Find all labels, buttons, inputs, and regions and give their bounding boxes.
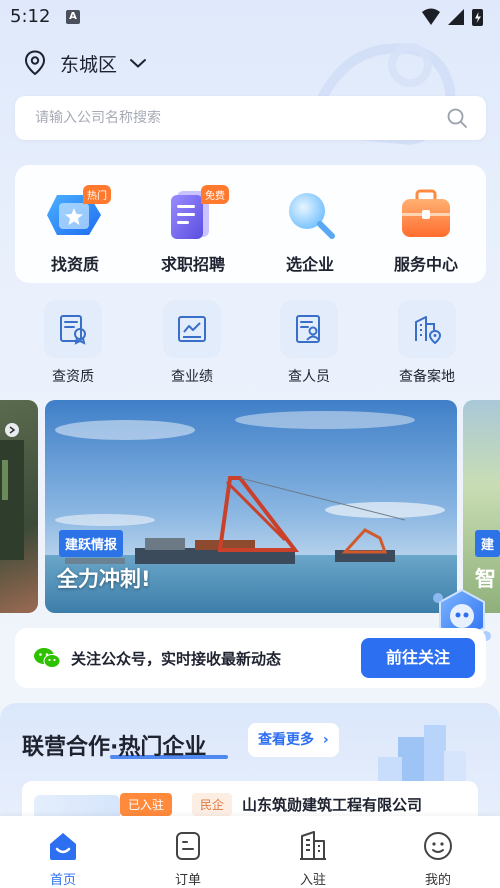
location-selector[interactable]: 东城区: [24, 48, 147, 78]
sub-feature-label: 查资质: [52, 369, 94, 385]
smiley-profile-icon: [424, 832, 452, 860]
feature-label: 求职招聘: [160, 255, 225, 274]
building-icon: [300, 831, 326, 860]
feature-label: 选企业: [285, 255, 334, 274]
section-title: 联营合作·热门企业: [22, 735, 207, 760]
main-feature-card: 热门 找资质 免费 求职招聘 选企业 服务中心: [15, 165, 486, 283]
chart-icon: [178, 316, 206, 342]
location-label: 东城区: [60, 53, 118, 76]
feature-select-enterprise[interactable]: 选企业: [255, 187, 365, 275]
feature-job-recruit[interactable]: 免费 求职招聘: [138, 185, 248, 275]
home-icon: [50, 833, 76, 860]
briefcase-icon: [402, 189, 450, 237]
hot-tag: 热门: [83, 185, 111, 204]
banner-prev-slide[interactable]: [0, 400, 38, 613]
feature-find-qualification[interactable]: 热门 找资质: [20, 185, 130, 275]
banner-prev-image: [0, 423, 24, 560]
banner-main-slide[interactable]: 建跃情报 全力冲刺!: [45, 400, 457, 613]
tab-orders[interactable]: 订单: [138, 830, 238, 888]
tab-home[interactable]: 首页: [13, 830, 113, 888]
sub-feature-label: 查人员: [288, 369, 330, 385]
search-box[interactable]: [15, 96, 486, 140]
wechat-icon: [34, 648, 61, 668]
chevron-right-icon: ›: [322, 732, 329, 748]
tab-mine[interactable]: 我的: [388, 830, 488, 888]
tab-label: 入驻: [299, 873, 326, 888]
free-tag: 免费: [201, 185, 229, 204]
search-input[interactable]: [35, 96, 435, 140]
status-time: 5:12: [10, 6, 51, 27]
building-location-icon: [415, 316, 442, 345]
bottom-tab-bar: 首页 订单 入驻 我的: [0, 816, 500, 888]
magnifier-icon: [289, 193, 335, 239]
follow-text: 关注公众号，实时接收最新动态: [71, 650, 282, 668]
see-more-label: 查看更多: [258, 732, 314, 748]
sub-feature-label: 查备案地: [399, 369, 455, 385]
sub-feature-check-filing-location[interactable]: 查备案地: [372, 300, 482, 386]
company-name: 山东筑勋建筑工程有限公司: [242, 796, 423, 814]
tab-label: 订单: [174, 873, 201, 888]
tab-label: 我的: [424, 873, 451, 888]
certificate-icon: [60, 315, 86, 345]
search-icon[interactable]: [446, 107, 468, 129]
sub-feature-check-personnel[interactable]: 查人员: [254, 300, 364, 386]
sub-feature-check-performance[interactable]: 查业绩: [137, 300, 247, 386]
sub-feature-label: 查业绩: [171, 369, 213, 385]
notification-icon: A: [66, 10, 80, 24]
banner-next-tag: 建: [475, 530, 500, 557]
tab-settle-in[interactable]: 入驻: [263, 830, 363, 888]
orders-icon: [176, 832, 200, 860]
see-more-button[interactable]: 查看更多 ›: [248, 723, 339, 757]
feature-service-center[interactable]: 服务中心: [371, 187, 481, 275]
person-card-icon: [296, 315, 320, 343]
follow-official-account-bar: 关注公众号，实时接收最新动态 前往关注: [15, 628, 486, 688]
sub-feature-check-qualification[interactable]: 查资质: [18, 300, 128, 386]
company-type-badge: 民企: [192, 793, 233, 816]
joined-badge: 已入驻: [120, 793, 173, 816]
banner-tag: 建跃情报: [59, 530, 124, 557]
feature-label: 服务中心: [393, 255, 458, 274]
buildings-illustration: [378, 719, 466, 787]
feature-label: 找资质: [50, 255, 99, 274]
follow-button[interactable]: 前往关注: [361, 638, 475, 678]
tab-label: 首页: [49, 873, 76, 888]
chevron-down-icon: [130, 59, 147, 68]
banner-title: 全力冲刺!: [57, 567, 151, 591]
banner-next-slide[interactable]: 建 智: [463, 400, 500, 613]
location-pin-icon: [24, 50, 46, 76]
